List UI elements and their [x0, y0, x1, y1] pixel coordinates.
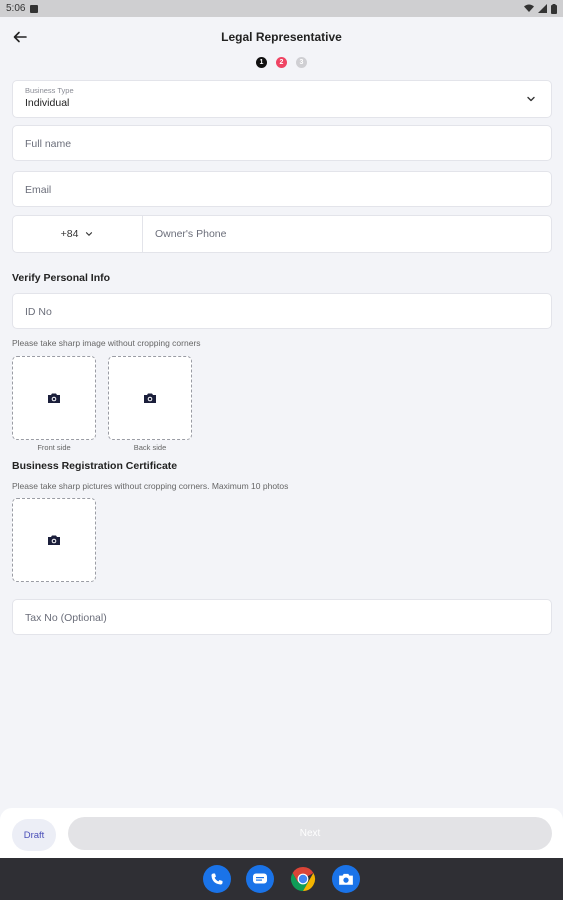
front-side-upload[interactable] — [12, 356, 96, 440]
business-type-value: Individual — [25, 97, 70, 109]
status-bar: 5:06 — [0, 0, 563, 17]
camera-icon — [48, 393, 60, 403]
back-arrow-icon[interactable] — [10, 27, 30, 47]
owner-phone-input[interactable]: Owner's Phone — [143, 216, 551, 252]
business-type-label: Business Type — [25, 86, 74, 95]
step-1: 1 — [256, 57, 267, 68]
email-field[interactable]: Email — [12, 171, 552, 207]
email-placeholder: Email — [25, 184, 52, 196]
full-name-placeholder: Full name — [25, 138, 72, 150]
wifi-icon — [524, 4, 534, 12]
chevron-down-icon — [527, 96, 535, 102]
brc-photo-upload[interactable] — [12, 498, 96, 582]
front-side-caption: Front side — [37, 443, 71, 452]
chrome-icon[interactable] — [289, 865, 317, 893]
brc-section-title: Business Registration Certificate — [12, 460, 178, 472]
battery-icon — [551, 3, 557, 14]
draft-button[interactable]: Draft — [12, 819, 56, 851]
brc-photo-hint: Please take sharp pictures without cropp… — [12, 481, 289, 491]
camera-app-icon[interactable] — [332, 865, 360, 893]
system-dock — [0, 858, 563, 900]
country-code-value: +84 — [60, 228, 79, 240]
page-title: Legal Representative — [221, 30, 342, 44]
camera-icon — [144, 393, 156, 403]
back-side-upload[interactable] — [108, 356, 192, 440]
tax-no-field[interactable]: Tax No (Optional) — [12, 599, 552, 635]
tax-no-placeholder: Tax No (Optional) — [25, 612, 107, 624]
step-3: 3 — [296, 57, 307, 68]
id-photo-hint: Please take sharp image without cropping… — [12, 338, 201, 348]
verify-section-title: Verify Personal Info — [12, 272, 111, 284]
next-button[interactable]: Next — [68, 817, 552, 850]
phone-field: +84 Owner's Phone — [12, 215, 552, 253]
messages-icon[interactable] — [246, 865, 274, 893]
step-2: 2 — [276, 57, 287, 68]
header: Legal Representative — [0, 24, 563, 50]
bottom-action-bar: Draft Next — [0, 808, 563, 860]
step-indicator: 1 2 3 — [0, 57, 563, 68]
status-icons — [524, 3, 557, 14]
country-code-select[interactable]: +84 — [13, 216, 143, 252]
id-no-field[interactable]: ID No — [12, 293, 552, 329]
phone-icon[interactable] — [203, 865, 231, 893]
id-no-placeholder: ID No — [25, 306, 52, 318]
chevron-down-icon — [86, 232, 93, 236]
status-time: 5:06 — [6, 3, 26, 14]
back-side-caption: Back side — [133, 443, 167, 452]
full-name-field[interactable]: Full name — [12, 125, 552, 161]
notification-icon — [30, 4, 39, 13]
signal-icon — [538, 4, 547, 13]
business-type-select[interactable]: Business Type Individual — [12, 80, 552, 118]
owner-phone-placeholder: Owner's Phone — [155, 228, 227, 240]
camera-icon — [48, 535, 60, 545]
